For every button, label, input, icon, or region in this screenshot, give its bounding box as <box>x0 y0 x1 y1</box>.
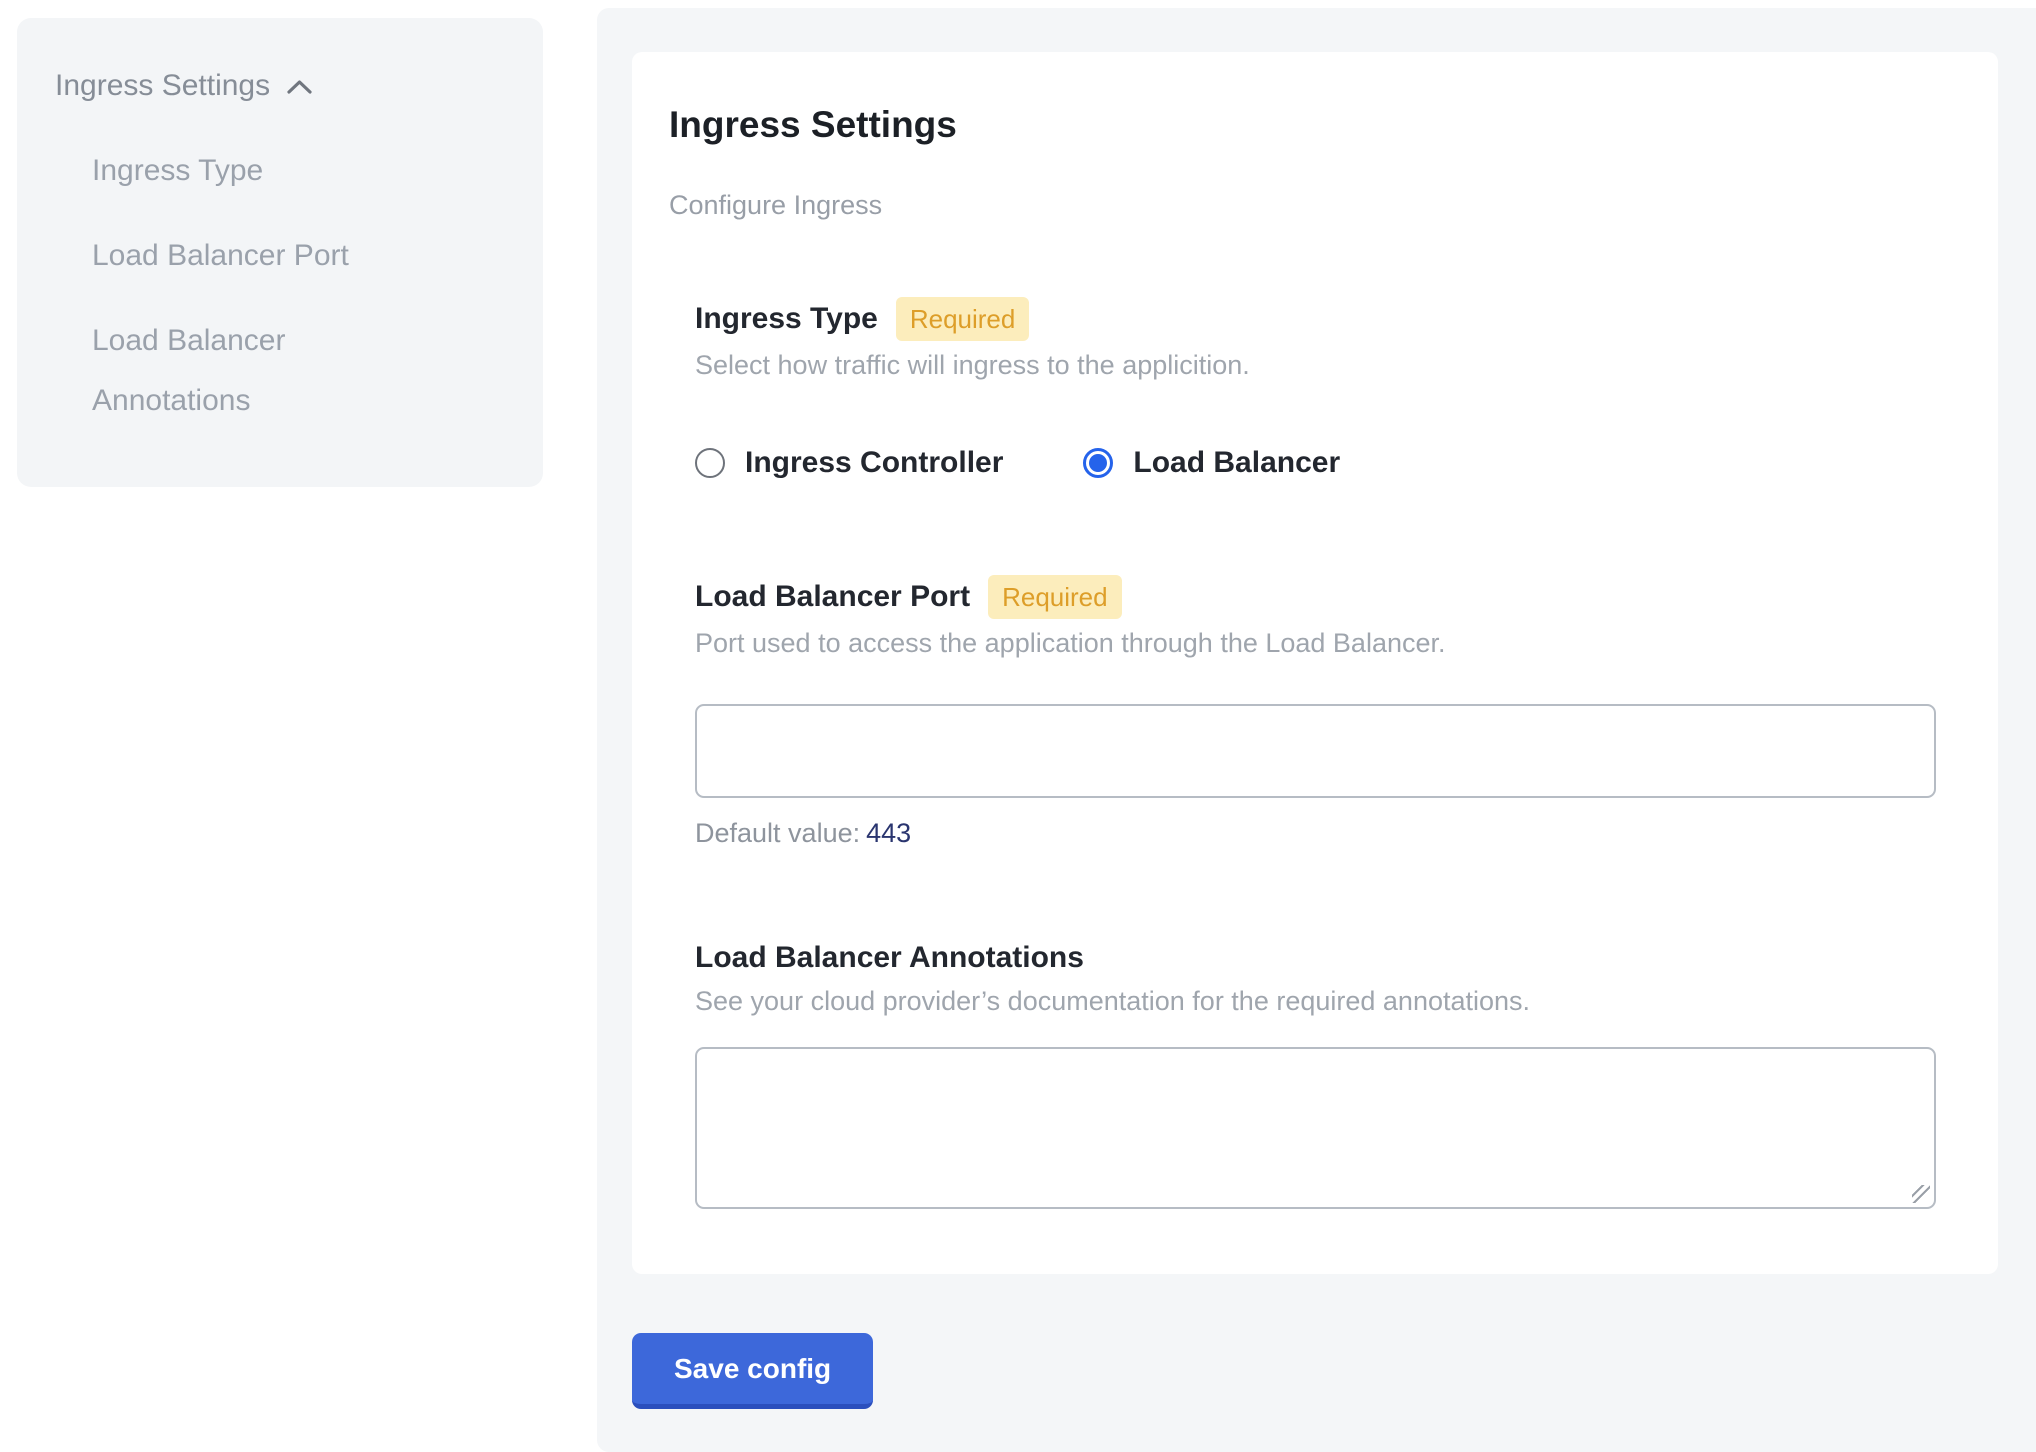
ingress-type-option-1[interactable]: Load Balancer <box>1083 446 1340 480</box>
section-load-balancer-port: Load Balancer Port Required Port used to… <box>695 575 1936 849</box>
ingress-type-radio-group: Ingress Controller Load Balancer <box>695 446 1936 480</box>
page-title: Ingress Settings <box>669 102 1936 148</box>
ingress-settings-card: Ingress Settings Configure Ingress Ingre… <box>632 52 1998 1274</box>
annotations-textarea-wrap <box>695 1047 1936 1209</box>
sidebar: Ingress Settings Ingress Type Load Balan… <box>17 18 543 487</box>
section-title: Load Balancer Port <box>695 578 970 616</box>
default-value-line: Default value:443 <box>695 818 1936 849</box>
radio-label: Ingress Controller <box>745 446 1003 480</box>
section-ingress-type-header: Ingress Type Required <box>695 297 1936 341</box>
chevron-up-icon <box>286 78 313 95</box>
radio-button-icon <box>1083 448 1113 478</box>
section-load-balancer-annotations: Load Balancer Annotations See your cloud… <box>695 939 1936 1209</box>
default-value: 443 <box>866 818 911 848</box>
section-description: Select how traffic will ingress to the a… <box>695 348 1936 382</box>
form-sections: Ingress Type Required Select how traffic… <box>695 297 1936 1209</box>
section-description: See your cloud provider’s documentation … <box>695 984 1936 1018</box>
default-value-label: Default value: <box>695 818 860 848</box>
section-load-balancer-annotations-header: Load Balancer Annotations <box>695 939 1936 977</box>
main-panel: Ingress Settings Configure Ingress Ingre… <box>597 8 2036 1452</box>
radio-label: Load Balancer <box>1133 446 1340 480</box>
load-balancer-port-input[interactable] <box>695 704 1936 798</box>
page: Ingress Settings Ingress Type Load Balan… <box>0 0 2036 1452</box>
sidebar-group-label: Ingress Settings <box>55 56 270 116</box>
sidebar-group-ingress-settings[interactable]: Ingress Settings <box>55 56 513 116</box>
section-load-balancer-port-header: Load Balancer Port Required <box>695 575 1936 619</box>
save-config-button[interactable]: Save config <box>632 1333 873 1409</box>
required-badge: Required <box>896 297 1030 341</box>
sidebar-items: Ingress Type Load Balancer Port Load Bal… <box>92 141 422 431</box>
section-ingress-type: Ingress Type Required Select how traffic… <box>695 297 1936 480</box>
page-subtitle: Configure Ingress <box>669 188 1936 222</box>
section-title: Ingress Type <box>695 300 878 338</box>
load-balancer-annotations-textarea[interactable] <box>695 1047 1936 1209</box>
sidebar-item-load-balancer-annotations[interactable]: Load Balancer Annotations <box>92 311 422 431</box>
section-title: Load Balancer Annotations <box>695 939 1084 977</box>
ingress-type-option-0[interactable]: Ingress Controller <box>695 446 1003 480</box>
sidebar-item-ingress-type[interactable]: Ingress Type <box>92 141 422 201</box>
radio-button-icon <box>695 448 725 478</box>
required-badge: Required <box>988 575 1122 619</box>
section-description: Port used to access the application thro… <box>695 626 1936 660</box>
sidebar-item-load-balancer-port[interactable]: Load Balancer Port <box>92 226 422 286</box>
